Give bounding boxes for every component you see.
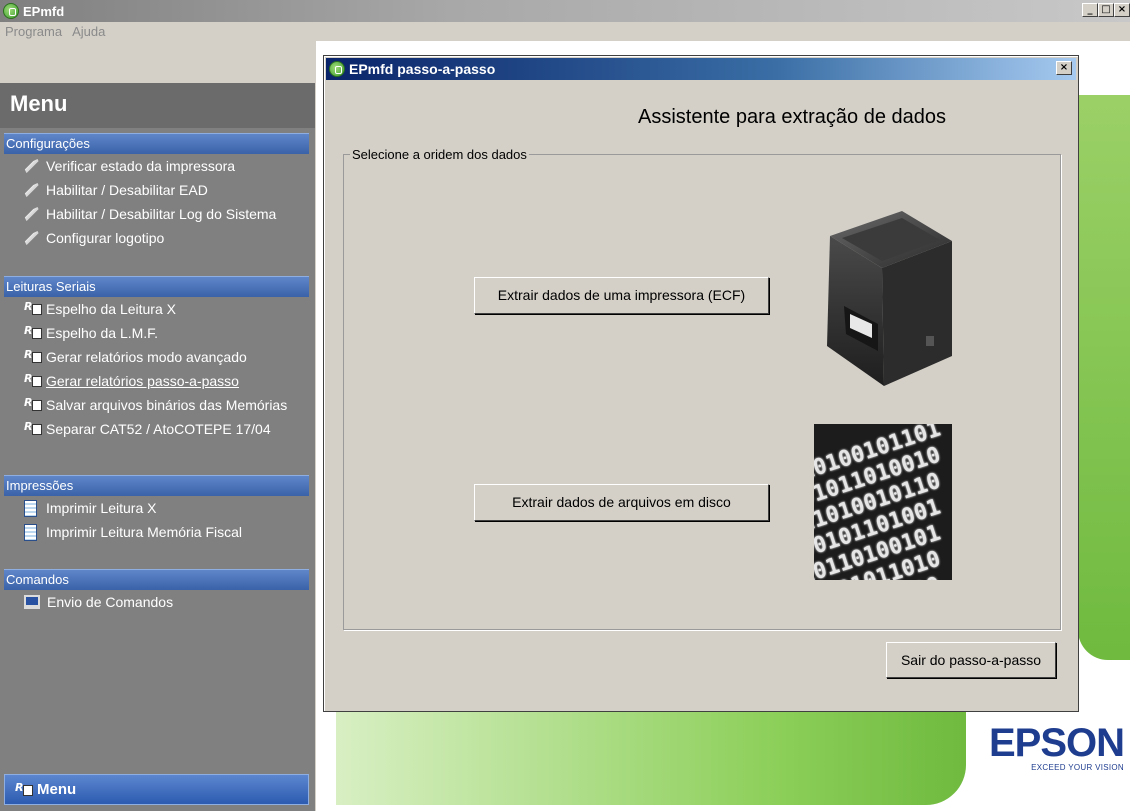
document-icon (24, 523, 37, 541)
serial-port-icon (15, 781, 33, 797)
dialog-heading: Assistente para extração de dados (638, 106, 946, 128)
sidebar-item-habilitar-log[interactable]: Habilitar / Desabilitar Log do Sistema (4, 202, 309, 226)
document-icon (24, 499, 37, 517)
computer-icon (24, 595, 40, 609)
window-title: EPmfd (23, 3, 65, 19)
epson-logo: EPSON (988, 721, 1125, 765)
menu-programa[interactable]: Programa (0, 24, 67, 39)
pen-icon (23, 206, 41, 222)
serial-port-icon (24, 420, 42, 436)
exit-wizard-button[interactable]: Sair do passo-a-passo (886, 642, 1056, 678)
minimize-button[interactable]: _ (1082, 3, 1098, 17)
menubar: Programa Ajuda (0, 22, 1130, 41)
section-header-configuracoes[interactable]: Configurações (4, 133, 309, 154)
serial-port-icon (24, 348, 42, 364)
binary-data-image: 10100101101 01011010010 11010010110 0010… (814, 424, 952, 580)
group-label: Selecione a oridem dos dados (350, 147, 529, 162)
serial-port-icon (24, 372, 42, 388)
serial-port-icon (24, 324, 42, 340)
close-button[interactable]: × (1114, 3, 1130, 17)
sidebar-item-relatorios-avancado[interactable]: Gerar relatórios modo avançado (4, 345, 309, 369)
main-title-bar[interactable]: EPmfd _ □ × (0, 0, 1130, 22)
sidebar-item-verificar-estado[interactable]: Verificar estado da impressora (4, 154, 309, 178)
section-comandos: Comandos Envio de Comandos (4, 569, 309, 614)
sidebar-title: Menu (0, 83, 315, 128)
pen-icon (23, 158, 41, 174)
dialog-close-button[interactable]: × (1056, 61, 1072, 75)
dialog-title: EPmfd passo-a-passo (349, 61, 496, 77)
app-icon (329, 61, 345, 77)
printer-image (827, 211, 952, 386)
maximize-button[interactable]: □ (1098, 3, 1114, 17)
sidebar-item-separar-cat52[interactable]: Separar CAT52 / AtoCOTEPE 17/04 (4, 417, 309, 441)
window-controls: _ □ × (1082, 3, 1130, 17)
app-icon (3, 3, 19, 19)
pen-icon (23, 182, 41, 198)
dialog-title-bar[interactable]: EPmfd passo-a-passo × (326, 58, 1076, 80)
serial-port-icon (24, 300, 42, 316)
sidebar-item-imprimir-leitura-x[interactable]: Imprimir Leitura X (4, 496, 309, 520)
pen-icon (23, 230, 41, 246)
serial-port-icon (24, 396, 42, 412)
green-decoration-bottom (336, 705, 966, 805)
section-header-comandos[interactable]: Comandos (4, 569, 309, 590)
sidebar-item-espelho-leitura-x[interactable]: Espelho da Leitura X (4, 297, 309, 321)
menu-ajuda[interactable]: Ajuda (67, 24, 110, 39)
section-header-leituras-seriais[interactable]: Leituras Seriais (4, 276, 309, 297)
sidebar: Menu Configurações Verificar estado da i… (0, 83, 315, 811)
green-decoration-right (1078, 95, 1130, 660)
sidebar-item-habilitar-ead[interactable]: Habilitar / Desabilitar EAD (4, 178, 309, 202)
sidebar-item-salvar-binarios[interactable]: Salvar arquivos binários das Memórias (4, 393, 309, 417)
sidebar-item-imprimir-memoria-fiscal[interactable]: Imprimir Leitura Memória Fiscal (4, 520, 309, 544)
sidebar-item-espelho-lmf[interactable]: Espelho da L.M.F. (4, 321, 309, 345)
extract-from-printer-button[interactable]: Extrair dados de uma impressora (ECF) (474, 277, 769, 314)
sidebar-item-configurar-logotipo[interactable]: Configurar logotipo (4, 226, 309, 250)
menu-footer-button[interactable]: Menu (4, 774, 309, 805)
section-impressoes: Impressões Imprimir Leitura X Imprimir L… (4, 475, 309, 544)
extract-from-disk-button[interactable]: Extrair dados de arquivos em disco (474, 484, 769, 521)
sidebar-item-relatorios-passo[interactable]: Gerar relatórios passo-a-passo (4, 369, 309, 393)
section-configuracoes: Configurações Verificar estado da impres… (4, 133, 309, 250)
section-leituras-seriais: Leituras Seriais Espelho da Leitura X Es… (4, 276, 309, 441)
epson-branding: EPSON EXCEED YOUR VISION (980, 723, 1130, 772)
wizard-dialog: EPmfd passo-a-passo × Assistente para ex… (323, 55, 1079, 712)
menu-footer-label: Menu (37, 781, 77, 798)
section-header-impressoes[interactable]: Impressões (4, 475, 309, 496)
sidebar-item-envio-comandos[interactable]: Envio de Comandos (4, 590, 309, 614)
